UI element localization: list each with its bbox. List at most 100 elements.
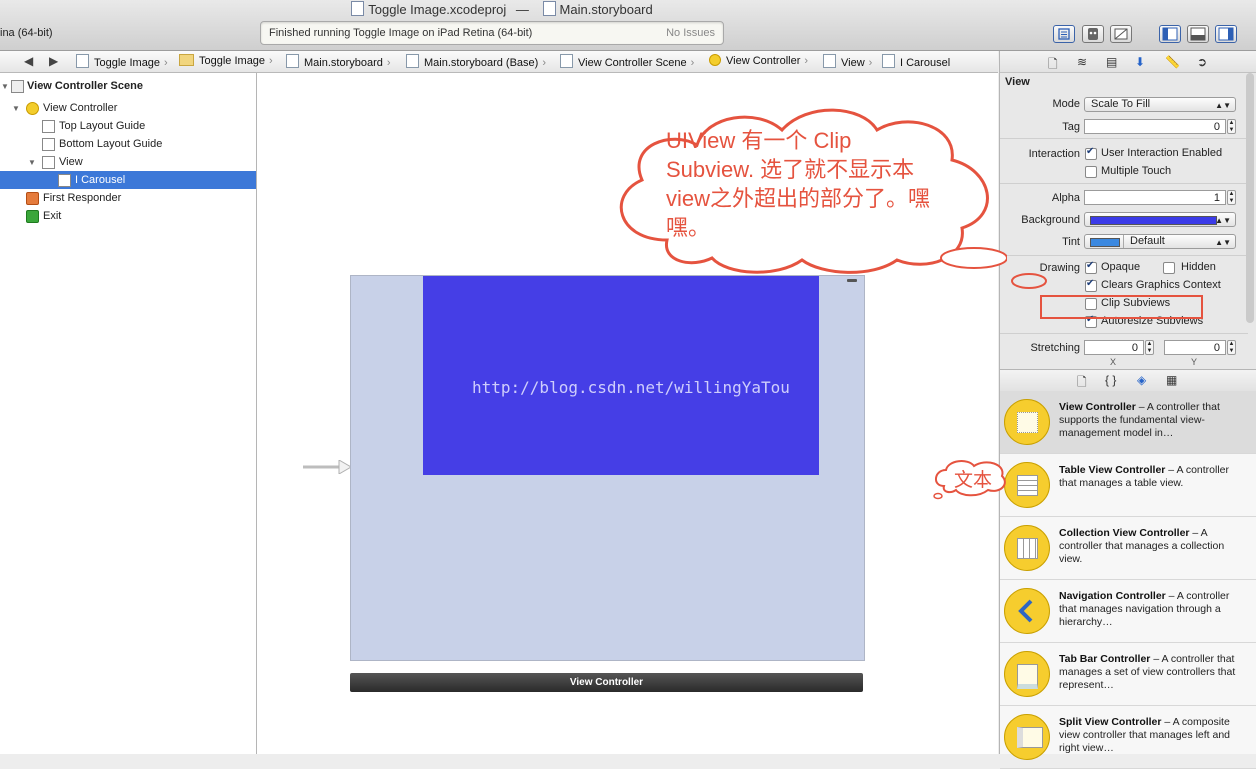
attributes-inspector-icon[interactable]: ⬇ <box>1135 55 1145 69</box>
tag-stepper[interactable]: ▲ ▼ <box>1227 119 1236 134</box>
toggle-debug-area-button[interactable] <box>1187 25 1209 43</box>
object-library-icon[interactable]: ◈ <box>1137 373 1146 387</box>
inspector-scrollbar[interactable] <box>1246 73 1254 323</box>
crumb-group[interactable]: Toggle Image › <box>179 54 273 67</box>
outline-item-exit[interactable]: Exit <box>0 207 256 225</box>
scheme-destination[interactable]: ina (64-bit) <box>0 27 53 39</box>
inspector-tabs: 🗋 ≋ ▤ ⬇ 📏 ➲ <box>1000 51 1256 73</box>
back-arrow-icon[interactable]: ◀ <box>24 54 33 68</box>
crumb-storyboard-base[interactable]: Main.storyboard (Base) › <box>406 54 546 69</box>
background-color-swatch <box>1090 216 1217 225</box>
view-icon <box>58 174 71 187</box>
activity-status-text: Finished running Toggle Image on iPad Re… <box>269 27 533 39</box>
disclosure-triangle-icon[interactable]: ▼ <box>1 78 9 96</box>
outline-item-carousel[interactable]: I Carousel <box>0 171 256 189</box>
library-item-navigation-controller[interactable]: Navigation Controller – A controller tha… <box>1000 580 1256 643</box>
crumb-view[interactable]: View › <box>823 54 872 69</box>
media-library-icon[interactable]: ▦ <box>1166 373 1177 387</box>
stretching-x-stepper[interactable]: ▲ ▼ <box>1145 340 1154 355</box>
outline-item-top-layout-guide[interactable]: Top Layout Guide <box>0 117 256 135</box>
crumb-project[interactable]: Toggle Image › <box>76 54 168 69</box>
divider <box>1000 333 1248 334</box>
watermark: http://blog.csdn.net/willingYaTou <box>472 378 790 397</box>
outline-item-view-controller[interactable]: ▼ View Controller <box>0 99 256 117</box>
crumb-scene[interactable]: View Controller Scene › <box>560 54 694 69</box>
scene-dock[interactable]: View Controller <box>350 673 863 692</box>
mode-label: Mode <box>1052 98 1080 110</box>
outline-item-first-responder[interactable]: First Responder <box>0 189 256 207</box>
tint-popup[interactable]: Default ▲▼ <box>1084 234 1236 249</box>
library-item-collection-view-controller[interactable]: Collection View Controller – A controlle… <box>1000 517 1256 580</box>
alpha-stepper[interactable]: ▲ ▼ <box>1227 190 1236 205</box>
toggle-utilities-button[interactable] <box>1215 25 1237 43</box>
multiple-touch-checkbox[interactable] <box>1085 166 1097 178</box>
quick-help-icon[interactable]: ≋ <box>1077 55 1087 69</box>
crumb-view-controller[interactable]: View Controller › <box>709 54 808 67</box>
opaque-checkbox[interactable] <box>1085 260 1097 274</box>
stretching-x-field[interactable]: 0 <box>1084 340 1144 355</box>
disclosure-triangle-icon[interactable]: ▼ <box>28 154 36 172</box>
carousel-view[interactable] <box>423 276 819 475</box>
storyboard-file-icon <box>406 54 419 68</box>
background-color-popup[interactable]: ▲▼ <box>1084 212 1236 227</box>
opaque-label: Opaque <box>1101 261 1141 273</box>
outline-item-scene[interactable]: ▼ View Controller Scene <box>0 77 256 95</box>
stretching-y-caption: Y <box>1191 357 1198 367</box>
attributes-inspector: 🗋 ≋ ▤ ⬇ 📏 ➲ View Mode Scale To Fill ▲▼ Ta… <box>999 51 1256 369</box>
first-responder-icon <box>26 192 39 205</box>
multiple-touch-label: Multiple Touch <box>1101 165 1172 177</box>
document-outline: ▼ View Controller Scene ▼ View Controlle… <box>0 73 257 754</box>
layout-guide-icon <box>42 120 55 133</box>
navigation-controller-icon <box>1004 588 1050 634</box>
popup-chevron-icon: ▲▼ <box>1215 101 1231 110</box>
crumb-carousel[interactable]: I Carousel <box>882 54 950 69</box>
library-item-table-view-controller[interactable]: Table View Controller – A controller tha… <box>1000 454 1256 517</box>
initial-scene-arrow-icon <box>303 460 351 474</box>
library-item-tab-bar-controller[interactable]: Tab Bar Controller – A controller that m… <box>1000 643 1256 706</box>
outline-item-bottom-layout-guide[interactable]: Bottom Layout Guide <box>0 135 256 153</box>
file-inspector-icon[interactable]: 🗋 <box>1048 55 1058 76</box>
annotation-bubble-text: 文本 <box>954 470 993 491</box>
view-icon <box>882 54 895 68</box>
project-icon <box>76 54 89 68</box>
split-view-controller-icon <box>1004 714 1050 760</box>
connections-inspector-icon[interactable]: ➲ <box>1197 55 1207 69</box>
library-item-view-controller[interactable]: View Controller – A controller that supp… <box>1000 391 1256 454</box>
resize-handle[interactable] <box>847 279 857 282</box>
tag-field[interactable]: 0 <box>1084 119 1226 134</box>
stretching-y-field[interactable]: 0 <box>1164 340 1226 355</box>
alpha-field[interactable]: 1 <box>1084 190 1226 205</box>
section-title: View <box>1005 76 1030 88</box>
exit-icon <box>26 210 39 223</box>
scene-icon <box>560 54 573 68</box>
version-editor-button[interactable] <box>1110 25 1132 43</box>
view-controller-icon <box>1004 399 1050 445</box>
tint-color-swatch <box>1090 238 1120 247</box>
tag-label: Tag <box>1062 121 1080 133</box>
user-interaction-checkbox[interactable] <box>1085 146 1097 160</box>
forward-arrow-icon[interactable]: ▶ <box>49 54 58 68</box>
assistant-editor-button[interactable] <box>1082 25 1104 43</box>
hidden-checkbox[interactable] <box>1163 262 1175 274</box>
scene-icon <box>11 80 24 93</box>
object-library: View Controller – A controller that supp… <box>999 391 1256 769</box>
tab-bar-controller-icon <box>1004 651 1050 697</box>
crumb-storyboard[interactable]: Main.storyboard › <box>286 54 391 69</box>
code-snippet-library-icon[interactable]: { } <box>1105 373 1116 387</box>
mode-popup[interactable]: Scale To Fill ▲▼ <box>1084 97 1236 112</box>
annotation-cloud-text: UIView 有一个 Clip Subview. 选了就不显示本view之外超出… <box>666 128 931 240</box>
stretching-y-stepper[interactable]: ▲ ▼ <box>1227 340 1236 355</box>
disclosure-triangle-icon[interactable]: ▼ <box>12 100 20 118</box>
clip-subviews-highlight <box>1040 295 1203 319</box>
tint-label: Tint <box>1062 236 1080 248</box>
toggle-navigator-button[interactable] <box>1159 25 1181 43</box>
standard-editor-icon <box>1058 28 1070 40</box>
alpha-label: Alpha <box>1051 192 1080 204</box>
issues-count[interactable]: No Issues <box>666 27 715 39</box>
clears-graphics-checkbox[interactable] <box>1085 278 1097 292</box>
library-item-split-view-controller[interactable]: Split View Controller – A composite view… <box>1000 706 1256 769</box>
outline-item-view[interactable]: ▼ View <box>0 153 256 171</box>
size-inspector-icon[interactable]: 📏 <box>1165 55 1180 69</box>
identity-inspector-icon[interactable]: ▤ <box>1106 55 1117 69</box>
standard-editor-button[interactable] <box>1053 25 1075 43</box>
